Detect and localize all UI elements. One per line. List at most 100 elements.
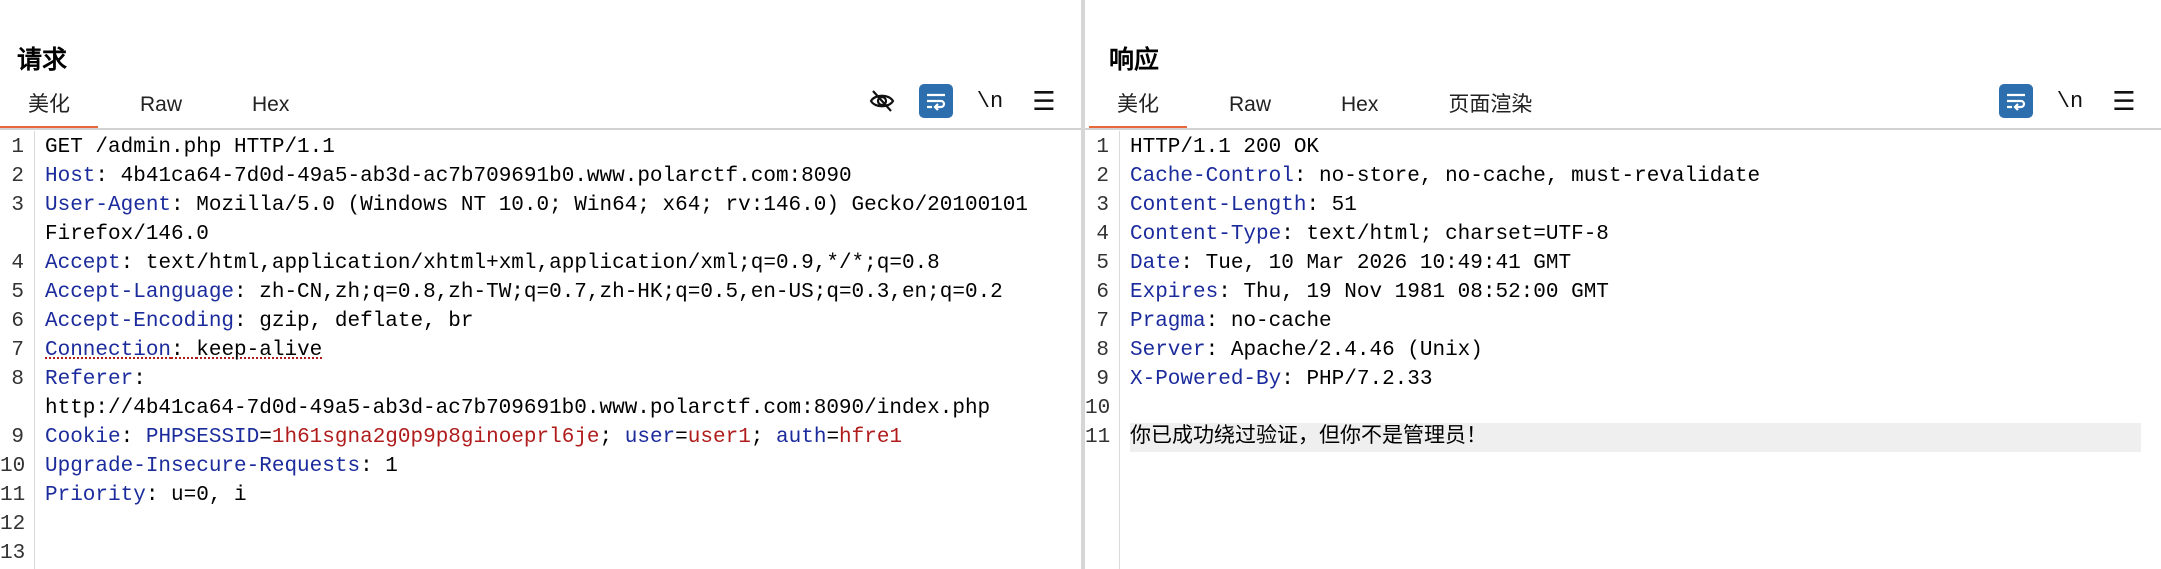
header-value: 你已成功绕过验证，但你不是管理员！ xyxy=(1130,426,1487,449)
word-wrap-icon xyxy=(2007,93,2026,111)
header-value: zh-CN,zh;q=0.8,zh-TW;q=0.7,zh-HK;q=0.5,e… xyxy=(259,281,1003,304)
request-menu-button[interactable]: ☰ xyxy=(1027,84,1061,118)
response-newline-button[interactable]: \n xyxy=(2053,84,2087,118)
header-value: gzip, deflate, br xyxy=(259,310,474,333)
response-tab-raw[interactable]: Raw xyxy=(1201,88,1299,126)
header-name: Server xyxy=(1130,339,1206,362)
header-value: 4b41ca64-7d0d-49a5-ab3d-ac7b709691b0.www… xyxy=(120,165,852,188)
code-line: 7 Connection: keep-alive xyxy=(0,336,1081,365)
line-content: User-Agent: Mozilla/5.0 (Windows NT 10.0… xyxy=(45,191,1073,220)
header-separator: : xyxy=(1205,339,1231,362)
code-line: 10 xyxy=(1085,394,2161,423)
header-name: Date xyxy=(1130,252,1181,275)
line-number: 5 xyxy=(11,281,24,304)
code-line: 8 Referer: xyxy=(0,365,1081,394)
request-tab-hex[interactable]: Hex xyxy=(224,88,317,126)
code-line: 4 Content-Type: text/html; charset=UTF-8 xyxy=(1085,220,2161,249)
newline-toggle-icon: \n xyxy=(2056,88,2084,114)
line-content: Content-Type: text/html; charset=UTF-8 xyxy=(1130,220,2153,249)
line-number: 9 xyxy=(11,426,24,449)
line-number: 4 xyxy=(11,252,24,275)
code-line: 12 xyxy=(0,510,1081,539)
header-name: X-Powered-By xyxy=(1130,368,1282,391)
line-number: 6 xyxy=(11,310,24,333)
newline-toggle-icon: \n xyxy=(976,88,1004,114)
line-content: Date: Tue, 10 Mar 2026 10:49:41 GMT xyxy=(1130,249,2153,278)
eye-slash-icon xyxy=(869,90,895,112)
header-name: Content-Type xyxy=(1130,223,1282,246)
header-name: Content-Length xyxy=(1130,194,1307,217)
header-value: text/html,application/xhtml+xml,applicat… xyxy=(145,252,940,275)
request-editor[interactable]: 1 GET /admin.php HTTP/1.1 2 Host: 4b41ca64-… xyxy=(0,131,1081,569)
request-wrap-button[interactable] xyxy=(919,84,953,118)
code-line: 6 Accept-Encoding: gzip, deflate, br xyxy=(0,307,1081,336)
response-tab-hex[interactable]: Hex xyxy=(1313,88,1406,126)
response-tab-render[interactable]: 页面渲染 xyxy=(1420,88,1560,126)
line-content: Cache-Control: no-store, no-cache, must-… xyxy=(1130,162,2153,191)
header-separator: : xyxy=(171,194,197,217)
response-menu-button[interactable]: ☰ xyxy=(2107,84,2141,118)
response-wrap-button[interactable] xyxy=(1999,84,2033,118)
line-number: 7 xyxy=(1096,310,1109,333)
header-value: Mozilla/5.0 (Windows NT 10.0; Win64; x64… xyxy=(196,194,1028,217)
code-line: 1 GET /admin.php HTTP/1.1 xyxy=(0,133,1081,162)
header-name: Accept xyxy=(45,252,121,275)
header-separator: : xyxy=(95,165,121,188)
code-line: 10 Upgrade-Insecure-Requests: 1 xyxy=(0,452,1081,481)
request-tab-raw[interactable]: Raw xyxy=(112,88,210,126)
header-separator: : xyxy=(145,484,172,507)
request-title: 请求 xyxy=(17,46,68,74)
line-number: 5 xyxy=(1096,252,1109,275)
header-separator: : xyxy=(171,339,197,362)
line-number: 4 xyxy=(1096,223,1109,246)
header-value: no-store, no-cache, must-revalidate xyxy=(1319,165,1761,188)
header-separator: : xyxy=(234,310,260,333)
code-line: http://4b41ca64-7d0d-49a5-ab3d-ac7b70969… xyxy=(0,394,1081,423)
line-number: 2 xyxy=(11,165,24,188)
line-number: 11 xyxy=(0,484,26,507)
request-toolbar: \n ☰ xyxy=(845,84,1061,118)
line-number: 3 xyxy=(11,194,24,217)
line-content: Cookie: PHPSESSID=1h61sgna2g0p9p8ginoepr… xyxy=(45,426,903,449)
response-title: 响应 xyxy=(1109,46,1160,74)
response-editor[interactable]: 1 HTTP/1.1 200 OK 2 Cache-Control: no-store… xyxy=(1085,131,2161,569)
request-pane: 请求 美化 Raw Hex \n ☰ 1 GET /admin.php HTTP/… xyxy=(0,0,1081,569)
line-number: 8 xyxy=(11,368,24,391)
header-value: u=0, i xyxy=(171,484,247,507)
cookie-name: PHPSESSID xyxy=(145,426,260,449)
response-tab-pretty[interactable]: 美化 xyxy=(1089,88,1187,130)
hamburger-menu-icon: ☰ xyxy=(1032,86,1056,116)
header-separator: : xyxy=(1281,223,1307,246)
code-line: 2 Host: 4b41ca64-7d0d-49a5-ab3d-ac7b70969… xyxy=(0,162,1081,191)
header-value: HTTP/1.1 200 OK xyxy=(1130,136,1320,159)
header-separator: : xyxy=(120,252,146,275)
header-value: Thu, 19 Nov 1981 08:52:00 GMT xyxy=(1243,281,1609,304)
code-line: 5 Date: Tue, 10 Mar 2026 10:49:41 GMT xyxy=(1085,249,2161,278)
header-value: 1 xyxy=(385,455,398,478)
header-value: http://4b41ca64-7d0d-49a5-ab3d-ac7b70969… xyxy=(45,397,991,420)
header-name: Host xyxy=(45,165,96,188)
cookie-value: user1 xyxy=(687,426,751,449)
request-hide-button[interactable] xyxy=(865,84,899,118)
line-content: Host: 4b41ca64-7d0d-49a5-ab3d-ac7b709691… xyxy=(45,162,1073,191)
line-content: GET /admin.php HTTP/1.1 xyxy=(45,133,1073,162)
code-line: 5 Accept-Language: zh-CN,zh;q=0.8,zh-TW;q… xyxy=(0,278,1081,307)
header-separator: : xyxy=(1218,281,1244,304)
line-content: Accept-Language: zh-CN,zh;q=0.8,zh-TW;q=… xyxy=(45,278,1073,307)
header-value: Firefox/146.0 xyxy=(45,223,209,246)
request-newline-button[interactable]: \n xyxy=(973,84,1007,118)
header-name: Referer xyxy=(45,368,134,391)
line-number: 9 xyxy=(1096,368,1109,391)
line-content: http://4b41ca64-7d0d-49a5-ab3d-ac7b70969… xyxy=(45,394,1073,423)
header-separator: : xyxy=(1205,310,1231,333)
header-value: Tue, 10 Mar 2026 10:49:41 GMT xyxy=(1205,252,1572,275)
line-content: 你已成功绕过验证，但你不是管理员！ xyxy=(1130,423,2141,452)
cookie-name: user xyxy=(624,426,676,449)
header-separator: : xyxy=(1180,252,1206,275)
code-line: Firefox/146.0 xyxy=(0,220,1081,249)
line-content: Connection: keep-alive xyxy=(45,336,1073,365)
header-name: Connection xyxy=(45,339,172,362)
request-tab-pretty[interactable]: 美化 xyxy=(0,88,98,130)
line-content: Accept-Encoding: gzip, deflate, br xyxy=(45,307,1073,336)
line-number: 8 xyxy=(1096,339,1109,362)
